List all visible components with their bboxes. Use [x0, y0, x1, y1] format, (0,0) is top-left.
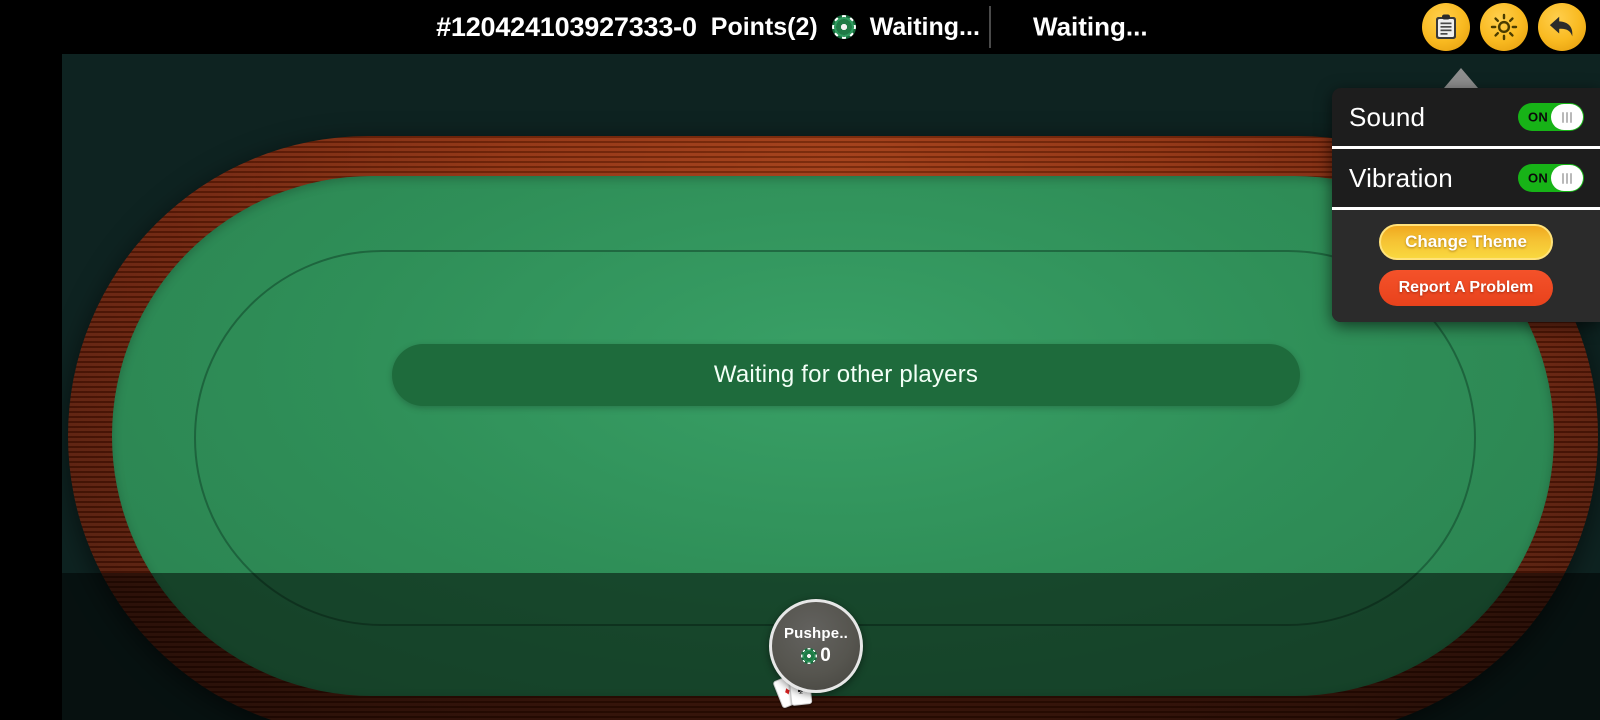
clipboard-icon	[1436, 14, 1456, 39]
settings-popup-body: Sound ON Vibration ON Change Theme Repor…	[1332, 88, 1600, 322]
player-score-row: 0	[801, 645, 831, 667]
table-inner-outline	[194, 250, 1476, 626]
setting-row-sound[interactable]: Sound ON	[1332, 88, 1600, 149]
back-button[interactable]	[1538, 3, 1586, 51]
game-mode-label: Points(2)	[710, 12, 818, 41]
player-name-label: Pushpe..	[783, 625, 849, 642]
sound-label: Sound	[1349, 101, 1426, 132]
settings-actions: Change Theme Report A Problem	[1332, 210, 1600, 322]
table-id-label: #120424103927333-0	[436, 11, 697, 42]
scoreboard-button[interactable]	[1422, 3, 1470, 51]
poker-chip-icon	[831, 15, 856, 39]
header-button-group	[1422, 3, 1586, 51]
sound-toggle-knob[interactable]	[1551, 104, 1583, 130]
waiting-banner-label: Waiting for other players	[713, 361, 979, 388]
poker-chip-icon	[801, 648, 818, 664]
vibration-toggle-state: ON	[1528, 170, 1549, 186]
vibration-toggle[interactable]: ON	[1518, 164, 1584, 192]
settings-popup: Sound ON Vibration ON Change Theme Repor…	[1332, 68, 1600, 322]
player-seat[interactable]: ♦ ♠ Pushpe.. 0	[769, 599, 869, 709]
vibration-label: Vibration	[1349, 162, 1453, 193]
game-screen: #120424103927333-0 Points(2) Waiting... …	[0, 0, 1600, 720]
waiting-banner: Waiting for other players	[392, 344, 1300, 406]
gear-icon	[1490, 13, 1518, 41]
popup-arrow	[1444, 68, 1478, 88]
settings-button[interactable]	[1480, 3, 1528, 51]
avatar[interactable]: Pushpe.. 0	[769, 599, 863, 693]
header-status-right: Waiting...	[1033, 11, 1148, 42]
change-theme-button[interactable]: Change Theme	[1379, 224, 1553, 260]
player-score-label: 0	[820, 645, 831, 666]
header-info-group: #120424103927333-0 Points(2) Waiting...	[0, 0, 1600, 54]
top-bar: #120424103927333-0 Points(2) Waiting... …	[0, 0, 1600, 54]
header-status-left: Waiting...	[869, 12, 980, 41]
header-divider	[989, 6, 991, 48]
vibration-toggle-knob[interactable]	[1551, 165, 1583, 191]
sound-toggle[interactable]: ON	[1518, 103, 1584, 131]
sound-toggle-state: ON	[1528, 109, 1549, 125]
setting-row-vibration[interactable]: Vibration ON	[1332, 149, 1600, 210]
report-problem-button[interactable]: Report A Problem	[1379, 270, 1553, 306]
back-arrow-icon	[1549, 16, 1573, 37]
